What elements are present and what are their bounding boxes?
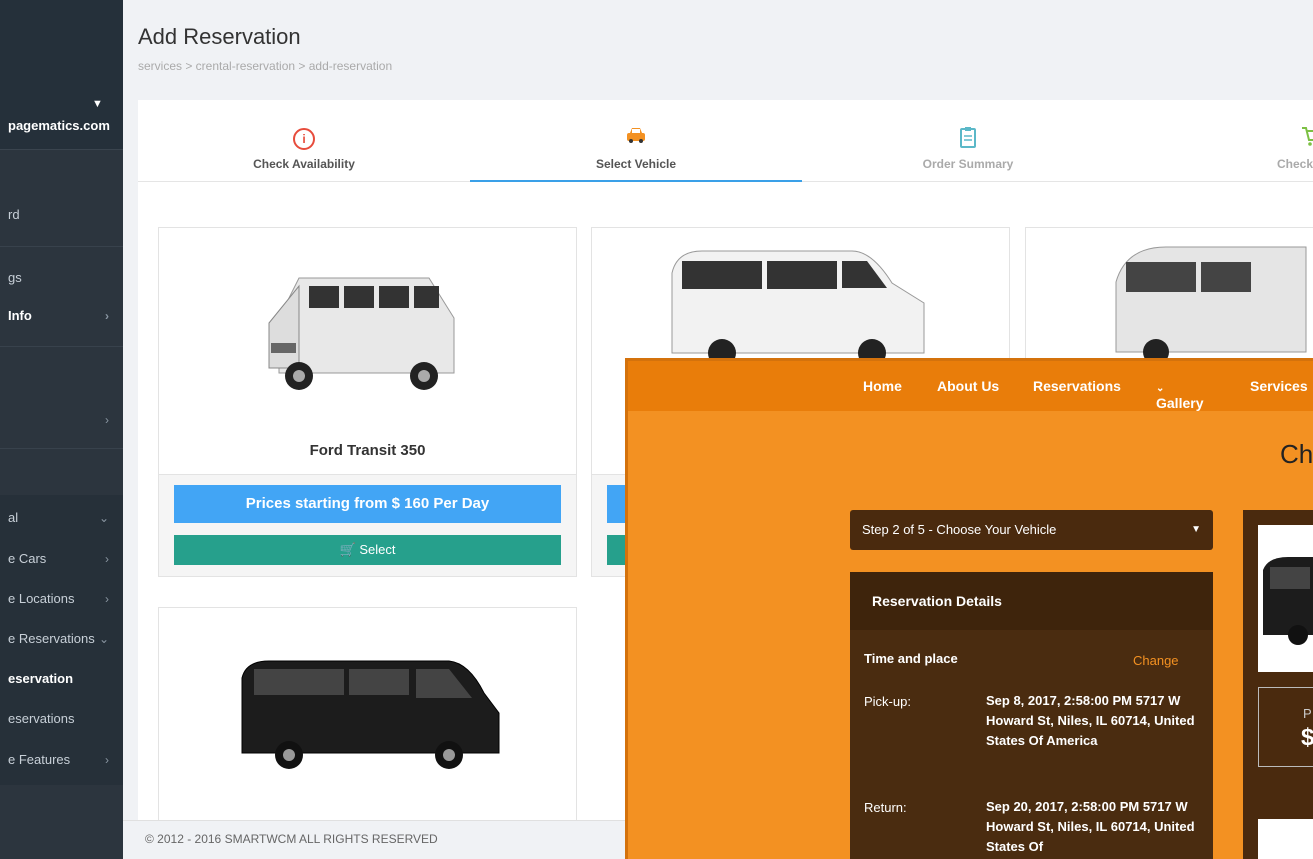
chevron-right-icon: ›: [105, 592, 109, 606]
vehicle-name: Ford Transit 350: [309, 442, 426, 459]
step-label: Check Availability: [253, 157, 355, 171]
chevron-down-icon: ⌄: [1156, 383, 1165, 394]
chevron-right-icon: ›: [105, 413, 109, 427]
sidebar-item-label: e Locations: [8, 591, 75, 606]
step-label: Check: [1276, 157, 1313, 171]
side-price-box: P $: [1258, 687, 1313, 767]
clipboard-icon: [960, 127, 976, 148]
nav-reservations[interactable]: Reservations: [1033, 378, 1121, 394]
info-icon: i: [293, 128, 315, 150]
sidebar-item-locations[interactable]: e Locations ›: [0, 579, 123, 619]
change-link[interactable]: Change: [1133, 653, 1179, 668]
cart-icon: [1302, 127, 1313, 146]
sidebar-item-add-reservation[interactable]: eservation: [0, 659, 123, 699]
select-button[interactable]: 🛒 Select: [174, 535, 561, 565]
step-label: Order Summary: [922, 157, 1014, 171]
sidebar: ▼ pagematics.com rd gs Info › › al ⌄ e Car…: [0, 0, 123, 859]
sidebar-item-cars[interactable]: e Cars ›: [0, 539, 123, 579]
page-title: Add Reservation: [138, 24, 301, 49]
vehicle-image: [1115, 246, 1307, 362]
sidebar-profile: ▼ pagematics.com: [0, 0, 123, 150]
car-icon: [627, 128, 645, 143]
step-select-label: Step 2 of 5 - Choose Your Vehicle: [862, 522, 1057, 537]
vehicle-image: [268, 277, 455, 390]
vehicle-card: Ford Transit 350 Prices starting from $ …: [158, 227, 577, 577]
sidebar-item-reservations[interactable]: e Reservations ⌄: [0, 619, 123, 659]
vehicle-card: [158, 607, 577, 827]
step-select-dropdown[interactable]: Step 2 of 5 - Choose Your Vehicle ▼: [850, 510, 1213, 550]
top-nav: Home About Us Reservations Gallery ⌄ Ser…: [628, 361, 1313, 411]
step-label: Select Vehicle: [595, 157, 677, 171]
divider: [0, 246, 123, 247]
return-value: Sep 20, 2017, 2:58:00 PM 5717 W Howard S…: [986, 799, 1195, 854]
chevron-right-icon: ›: [105, 753, 109, 767]
select-label: Select: [359, 542, 396, 557]
side-vehicle-image: [1258, 525, 1313, 672]
nav-gallery[interactable]: Gallery ⌄: [1156, 378, 1203, 411]
sidebar-item-settings[interactable]: gs: [0, 258, 123, 298]
chevron-down-icon: ⌄: [98, 511, 109, 525]
step-checkout[interactable]: Check: [1134, 100, 1313, 182]
sidebar-item-label: e Reservations: [8, 631, 95, 646]
divider: [0, 346, 123, 347]
chevron-right-icon: ›: [105, 309, 109, 323]
side-price-symbol: $: [1301, 724, 1313, 752]
sidebar-item-features[interactable]: e Features ›: [0, 740, 123, 780]
vehicle-image: [1263, 557, 1313, 645]
step-select-vehicle[interactable]: Select Vehicle: [470, 100, 802, 182]
nav-gallery-label: Gallery: [1156, 395, 1204, 411]
public-site-overlay: Home About Us Reservations Gallery ⌄ Ser…: [625, 358, 1313, 859]
sidebar-item-label: rd: [8, 207, 20, 222]
step-check-availability[interactable]: i Check Availability: [138, 100, 470, 182]
vehicle-image: [241, 660, 500, 769]
chevron-right-icon: ›: [105, 552, 109, 566]
sidebar-item-label: al: [8, 510, 19, 525]
price-button[interactable]: Prices starting from $ 160 Per Day: [174, 485, 561, 523]
wizard-steps: i Check Availability Select Vehicle Orde…: [138, 100, 1313, 182]
caret-down-icon[interactable]: ▼: [92, 98, 103, 110]
pickup-value: Sep 8, 2017, 2:58:00 PM 5717 W Howard St…: [986, 693, 1195, 748]
sidebar-item-info[interactable]: Info ›: [0, 296, 123, 336]
breadcrumb: services > crental-reservation > add-res…: [138, 59, 393, 73]
time-place-label: Time and place: [864, 651, 958, 666]
pickup-label: Pick-up:: [864, 694, 911, 709]
side-vehicle-card: P $: [1243, 510, 1313, 810]
sidebar-item-label: eservations: [8, 711, 75, 726]
sidebar-item-all-reservations[interactable]: eservations: [0, 699, 123, 739]
divider: [0, 448, 123, 449]
caret-down-icon: ▼: [1191, 524, 1201, 535]
sidebar-user[interactable]: pagematics.com: [8, 118, 110, 133]
sidebar-item-label: Info: [8, 308, 32, 323]
return-label: Return:: [864, 800, 907, 815]
vehicle-image: [671, 250, 925, 363]
cart-icon: 🛒: [339, 542, 356, 557]
sidebar-item-label: e Features: [8, 752, 71, 767]
reservation-details-title: Reservation Details: [850, 572, 1213, 630]
sidebar-item-group[interactable]: ›: [0, 400, 123, 440]
chevron-down-icon: ⌄: [98, 632, 109, 646]
nav-home[interactable]: Home: [863, 378, 902, 394]
nav-about-us[interactable]: About Us: [937, 378, 999, 394]
nav-services[interactable]: Services: [1250, 378, 1308, 394]
sidebar-item-label: eservation: [8, 671, 74, 686]
sidebar-item-label: e Cars: [8, 551, 47, 566]
overlay-heading: Ch: [1280, 439, 1313, 469]
step-order-summary[interactable]: Order Summary: [802, 100, 1134, 182]
sidebar-item-dashboard[interactable]: rd: [0, 195, 123, 235]
sidebar-item-rental[interactable]: al ⌄: [0, 498, 123, 538]
side-vehicle-image: [1258, 819, 1313, 859]
sidebar-item-label: gs: [8, 270, 22, 285]
card-footer: Prices starting from $ 160 Per Day 🛒 Sel…: [159, 474, 576, 576]
side-vehicle-card: [1243, 804, 1313, 859]
side-price-prefix: P: [1303, 706, 1312, 721]
